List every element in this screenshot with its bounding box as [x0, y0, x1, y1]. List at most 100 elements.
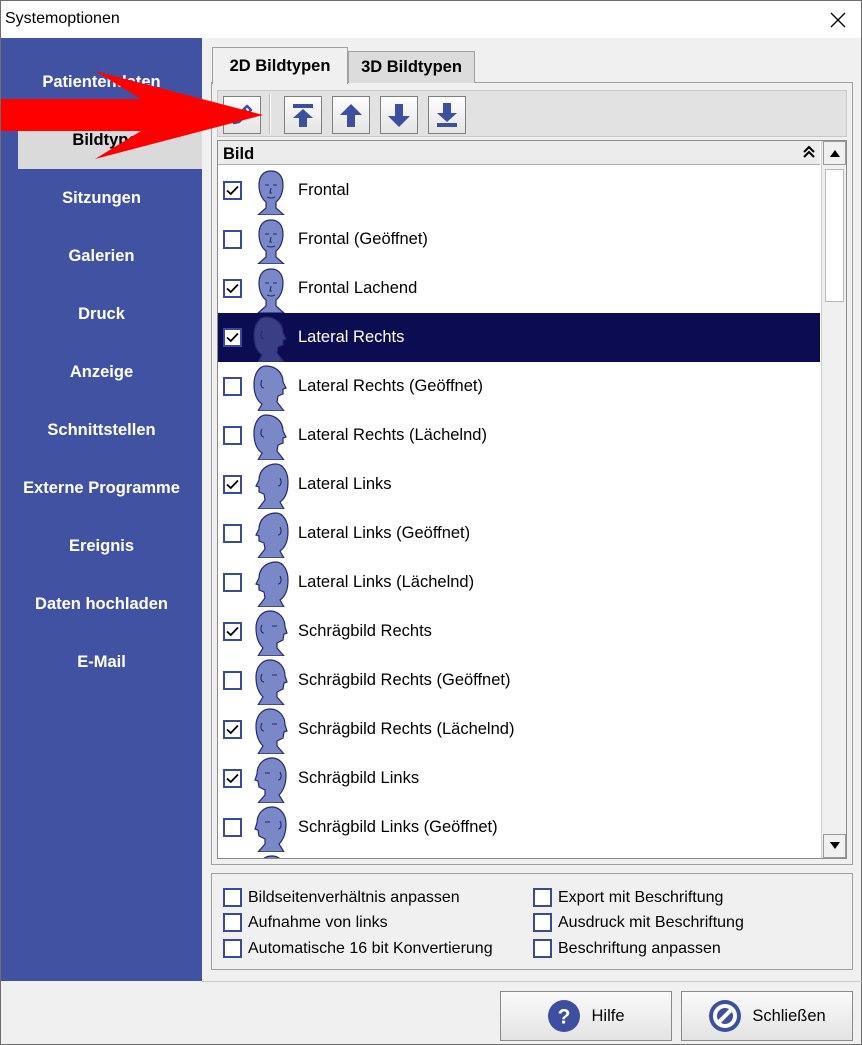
close-button-label: Schließen [752, 1006, 826, 1025]
checkbox-checked[interactable] [223, 622, 242, 641]
checkbox-checked[interactable] [223, 279, 242, 298]
row-label: Lateral Links [298, 475, 392, 493]
checkbox-unchecked[interactable] [223, 230, 242, 249]
triangle-up-icon [829, 150, 840, 157]
face-right-icon [250, 313, 292, 363]
checkbox-unchecked[interactable] [223, 426, 242, 445]
row-label: Schrägbild Rechts [298, 622, 432, 640]
collapse-icon[interactable] [802, 144, 816, 160]
list-row[interactable]: Lateral Links [218, 460, 820, 510]
list-row[interactable]: Lateral Rechts (Geöffnet) [218, 362, 820, 412]
list-row[interactable]: Lateral Links (Geöffnet) [218, 509, 820, 559]
close-button[interactable]: Schließen [681, 991, 853, 1041]
move-down-button[interactable] [380, 96, 418, 134]
checkbox-unchecked[interactable] [223, 573, 242, 592]
list-row[interactable]: Schrägbild Rechts [218, 607, 820, 657]
checkbox[interactable] [223, 913, 242, 932]
checkbox-unchecked[interactable] [223, 524, 242, 543]
list-row[interactable]: Frontal Lachend [218, 264, 820, 314]
face-front-icon [250, 166, 292, 216]
list-row[interactable]: Schrägbild Rechts (Lächelnd) [218, 705, 820, 755]
row-label: Lateral Rechts [298, 328, 405, 346]
sidebar-item-galerien[interactable]: Galerien [1, 227, 202, 285]
checkbox[interactable] [533, 888, 552, 907]
checkbox[interactable] [533, 939, 552, 958]
checkbox-checked[interactable] [223, 720, 242, 739]
checkbox-checked[interactable] [223, 475, 242, 494]
list-header[interactable]: Bild [218, 141, 820, 165]
checkbox-checked[interactable] [223, 328, 242, 347]
sidebar-item-label: Daten hochladen [35, 594, 168, 613]
checkbox-unchecked[interactable] [223, 671, 242, 690]
option-aufnahme-von-links[interactable]: Aufnahme von links [223, 913, 388, 932]
svg-text:?: ? [558, 1006, 571, 1029]
move-up-icon [340, 104, 362, 127]
sidebar-item-label: Anzeige [69, 362, 134, 381]
vertical-scrollbar[interactable] [821, 141, 846, 858]
close-window-button[interactable] [815, 1, 861, 38]
list-row[interactable]: Lateral Rechts [218, 313, 820, 363]
row-label: Schrägbild Rechts (Geöffnet) [298, 671, 511, 689]
window-title: Systemoptionen [5, 10, 120, 27]
option-export-mit-beschriftung[interactable]: Export mit Beschriftung [533, 888, 723, 907]
list-row[interactable]: Schrägbild Rechts (Geöffnet) [218, 656, 820, 706]
option-label: Export mit Beschriftung [558, 888, 724, 906]
help-button[interactable]: ? Hilfe [500, 991, 672, 1041]
row-label: Schrägbild Links (Geöffnet) [298, 818, 498, 836]
option-ausdruck-mit-beschriftung[interactable]: Ausdruck mit Beschriftung [533, 913, 744, 932]
face-oblique-left-icon [250, 754, 292, 804]
checkbox-unchecked[interactable] [223, 377, 242, 396]
list-rows: Frontal Frontal (Geöffnet) Frontal Lachend… [218, 166, 820, 858]
move-up-button[interactable] [332, 96, 370, 134]
sidebar-item-sitzungen[interactable]: Sitzungen [1, 169, 202, 227]
cancel-icon [709, 1000, 742, 1032]
move-to-bottom-button[interactable] [428, 96, 466, 134]
face-front-icon [250, 215, 292, 265]
row-label: Lateral Rechts (Geöffnet) [298, 377, 483, 395]
option-beschriftung-anpassen[interactable]: Beschriftung anpassen [533, 939, 721, 958]
row-label: Frontal Lachend [298, 279, 418, 297]
footer-divider [202, 981, 862, 982]
checkbox-checked[interactable] [223, 769, 242, 788]
checkbox-checked[interactable] [223, 181, 242, 200]
face-oblique-right-icon [250, 656, 292, 706]
checkbox[interactable] [533, 913, 552, 932]
checkmark-icon [226, 479, 239, 490]
sidebar-item-externe-programme[interactable]: Externe Programme [1, 459, 202, 517]
scroll-down-button[interactable] [823, 834, 846, 858]
sidebar-item-schnittstellen[interactable]: Schnittstellen [1, 401, 202, 459]
option-label: Beschriftung anpassen [558, 939, 721, 957]
sidebar-item-anzeige[interactable]: Anzeige [1, 343, 202, 401]
list-row[interactable]: Schrägbild Links [218, 754, 820, 804]
sidebar-item-label: Ereignis [68, 536, 135, 555]
checkbox[interactable] [223, 888, 242, 907]
move-to-top-button[interactable] [284, 96, 322, 134]
list-row[interactable] [218, 852, 820, 858]
triangle-down-icon [829, 842, 840, 849]
list-row[interactable]: Frontal [218, 166, 820, 216]
row-label: Schrägbild Rechts (Lächelnd) [298, 720, 515, 738]
sidebar-item-e-mail[interactable]: E-Mail [1, 633, 202, 691]
checkbox-unchecked[interactable] [223, 818, 242, 837]
sidebar-item-ereignis[interactable]: Ereignis [1, 517, 202, 575]
row-label: Frontal (Geöffnet) [298, 230, 428, 248]
list-row[interactable]: Schrägbild Links (Geöffnet) [218, 803, 820, 853]
scrollbar-thumb[interactable] [825, 169, 844, 302]
title-bar: Systemoptionen [1, 1, 861, 38]
sidebar-item-daten-hochladen[interactable]: Daten hochladen [1, 575, 202, 633]
face-right-icon [250, 411, 292, 461]
sidebar-item-druck[interactable]: Druck [1, 285, 202, 343]
tab-2d-bildtypen[interactable]: 2D Bildtypen [212, 47, 348, 84]
list-row[interactable]: Frontal (Geöffnet) [218, 215, 820, 265]
sidebar-item-label: Druck [78, 304, 125, 323]
close-icon [830, 12, 846, 27]
list-row[interactable]: Lateral Links (Lächelnd) [218, 558, 820, 608]
tab-3d-bildtypen[interactable]: 3D Bildtypen [348, 51, 475, 83]
option-label: Bildseitenverhältnis anpassen [248, 888, 460, 906]
option-bildseitenverhaeltnis[interactable]: Bildseitenverhältnis anpassen [223, 888, 460, 907]
list-row[interactable]: Lateral Rechts (Lächelnd) [218, 411, 820, 461]
scroll-up-button[interactable] [823, 141, 846, 165]
option-16bit-konvertierung[interactable]: Automatische 16 bit Konvertierung [223, 939, 493, 958]
checkbox[interactable] [223, 939, 242, 958]
checkmark-icon [226, 185, 239, 196]
